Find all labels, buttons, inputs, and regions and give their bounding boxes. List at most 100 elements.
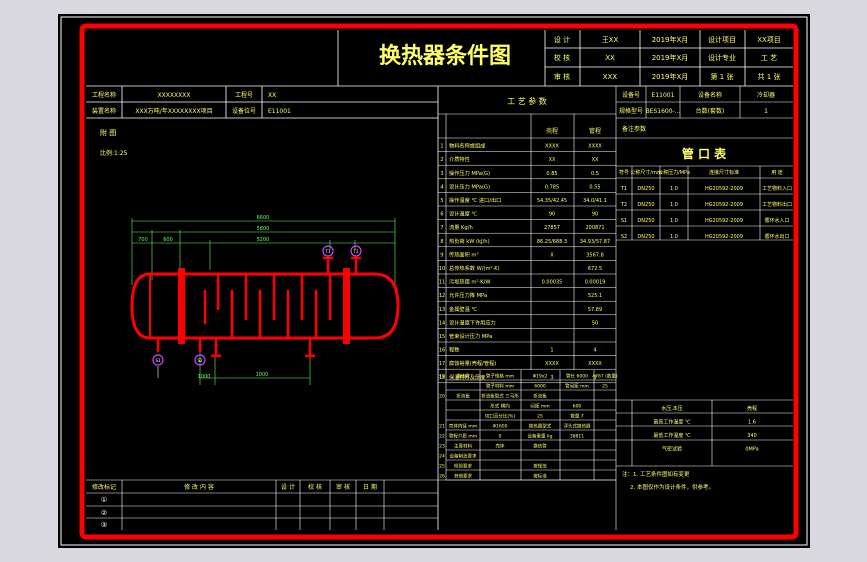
nozzle-table-header: 管 口 表 [682, 146, 727, 161]
ri-r1c3: 设备名称 [698, 91, 722, 99]
nozzle-symbol: T1 [620, 186, 627, 192]
hdr-r2c5: 工 艺 [761, 54, 777, 62]
extra-no: 25 [439, 464, 445, 470]
ri-r1c4: 冷却器 [757, 91, 775, 99]
param-no: 1 [440, 144, 443, 150]
extra-b: 按规范 [533, 463, 547, 470]
ri-r1c1: 设备号 [622, 91, 640, 99]
extra-label: 折流板 [456, 393, 470, 400]
hdr-r1c1: 设 计 [554, 35, 570, 44]
extra-b: 换热器型式 [529, 423, 552, 430]
item-value: XX [268, 92, 276, 99]
extra-no: 23 [439, 444, 445, 450]
rev-row-3: ③ [101, 521, 107, 529]
nozzle-symbol: S2 [621, 234, 627, 240]
extra-no: 21 [439, 424, 445, 430]
dim-bottom: 1000 [256, 372, 269, 378]
param-no: 4 [440, 184, 443, 190]
ri-r2c1: 规格型号 [619, 107, 643, 115]
extra-b: 间距 mm [530, 403, 549, 410]
param-shell: XX [549, 157, 556, 163]
param-no: 11 [439, 280, 445, 286]
nozzle-standard: HG20592-2009 [705, 234, 743, 240]
hdr-r3c5: 共 1 张 [758, 72, 781, 81]
extra-b: Φ19x2 [533, 374, 548, 380]
extra-no: 19 [439, 374, 445, 380]
extra-label: 其他要求 [454, 473, 472, 480]
param-shell: 1 [550, 348, 553, 354]
extra-a: 折流板型式 三弓形 [481, 393, 519, 400]
dim-mid: 5800 [257, 226, 270, 232]
col-tube-label: 管程 [589, 127, 601, 135]
extra-label: 换热管 [456, 373, 470, 380]
hdr-r1c4: 设计项目 [708, 35, 736, 44]
project-label: 工程名称 [92, 91, 116, 99]
nozzle-symbol: S1 [621, 218, 627, 224]
param-tube: 90 [592, 212, 598, 218]
extra-label: 检验要求 [454, 463, 472, 470]
nozzle-size: DN250 [637, 202, 654, 208]
dim-bottom2: 1000 [198, 374, 211, 380]
flange-left [178, 268, 185, 344]
extra-c: 600 [573, 404, 582, 410]
extra-no: 24 [439, 454, 445, 460]
nozzle-label-T1: T1 [325, 249, 331, 254]
param-shell: XXXX [545, 144, 559, 150]
equip-label: 设备位号 [232, 107, 256, 115]
param-name: 设计压力 MPa(G) [449, 182, 490, 190]
nozzle-purpose: 工艺物料出口 [762, 201, 792, 208]
nozzle-pressure: 1.0 [670, 234, 678, 240]
scale-label: 比例:1:25 [100, 149, 128, 157]
param-shell: XXXX [545, 361, 559, 367]
extra-b: 折流板 [533, 393, 547, 400]
nozzle-size: DN250 [637, 218, 654, 224]
param-shell: 3 [550, 375, 553, 381]
side-param-value: 壳程 [747, 405, 757, 412]
hdr-r1c2: 王XX [602, 36, 619, 44]
param-no: 2 [440, 157, 443, 163]
extra-a: 管子材料 mm [486, 383, 514, 390]
extra-label: 管程介质 mm [449, 433, 477, 440]
hdr-r3c1: 审 核 [554, 72, 570, 81]
param-tube: 34.0/41.1 [583, 198, 607, 204]
extra-b: 按标准 [533, 473, 547, 480]
dim-left: 700 [138, 237, 148, 243]
hdr-r3c4: 第 1 张 [711, 72, 734, 81]
nozzle-purpose: 循环水入口 [764, 217, 789, 224]
extra-no: 26 [439, 474, 445, 480]
param-name: 金属壁温 ℃ [449, 305, 477, 313]
param-no: 10 [439, 266, 445, 272]
extra-c: 浮头式换热器 [564, 423, 591, 430]
param-name: 物料名称或组成 [449, 142, 485, 150]
param-tube: 4 [593, 348, 596, 354]
rev-col-2: 校 核 [308, 483, 322, 491]
param-no: 16 [439, 348, 445, 354]
param-no: 15 [439, 334, 445, 340]
nozzle-purpose: 工艺物料入口 [762, 185, 792, 192]
extra-b: 设备重量 kg [528, 433, 553, 440]
hdr-r2c3: 2019年X月 [652, 53, 689, 62]
ri-r2c4: 1 [764, 108, 768, 115]
note-1: 注：1. 工艺条件图如有变更 [622, 470, 690, 478]
param-name: 介质特性 [449, 155, 470, 163]
hdr-r2c2: XX [605, 54, 615, 62]
param-name: 热负荷 kW (kJ/h) [449, 237, 490, 245]
extra-no: 20 [439, 394, 445, 400]
extra-c: 数量 7 [570, 413, 583, 420]
nozzle-pressure: 1.0 [670, 218, 678, 224]
param-name: 设计温度 ℃ [449, 210, 477, 218]
param-name: 设计温度下许用应力 [449, 318, 496, 326]
param-no: 5 [440, 198, 443, 204]
param-no: 13 [439, 307, 445, 313]
nozzle-size: DN250 [637, 234, 654, 240]
param-shell: 0.00035 [542, 280, 563, 286]
hdr-r3c2: XXX [603, 73, 618, 81]
dim-l2: 600 [163, 237, 173, 243]
param-no: 14 [439, 320, 445, 326]
param-no: 7 [440, 225, 443, 231]
param-tube: 57.89 [588, 307, 602, 313]
note-2: 2. 本图仅作为设计条件，供参考。 [630, 483, 714, 491]
nozzle-label-S2: S2 [197, 358, 203, 363]
param-shell: 86.25/688.3 [537, 239, 567, 245]
param-shell: 0.85 [546, 171, 557, 177]
